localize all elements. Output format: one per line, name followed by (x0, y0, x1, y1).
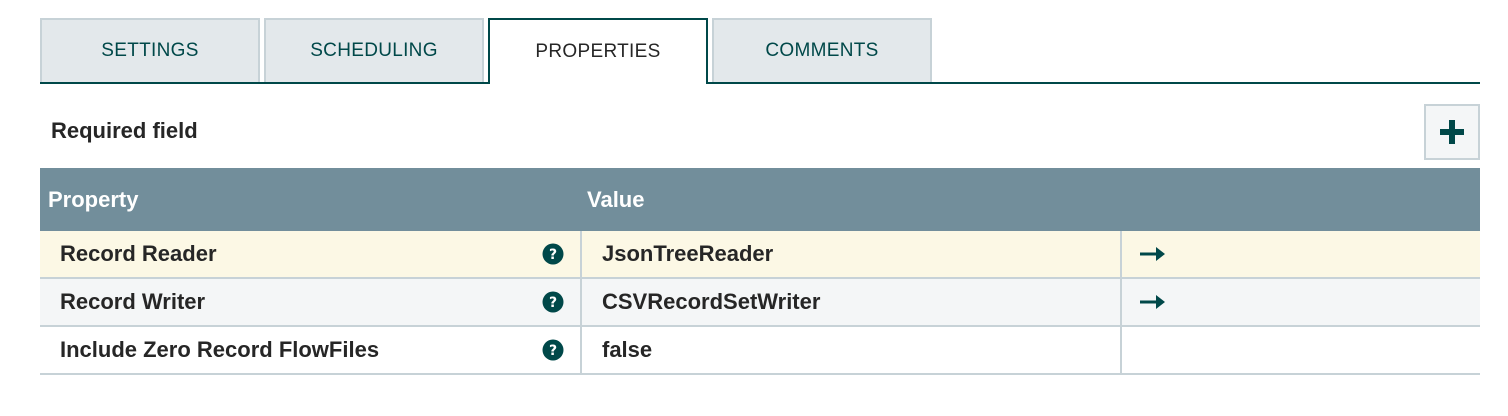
property-name: Include Zero Record FlowFiles (60, 337, 380, 362)
question-circle-icon[interactable]: ? (542, 243, 564, 265)
property-value[interactable]: CSVRecordSetWriter (602, 279, 820, 325)
tab-settings[interactable]: SETTINGS (40, 18, 260, 82)
tab-bar: SETTINGS SCHEDULING PROPERTIES COMMENTS (40, 18, 1480, 84)
required-field-label: Required field (51, 118, 198, 143)
column-divider (580, 327, 582, 373)
tab-properties[interactable]: PROPERTIES (488, 18, 708, 84)
property-name: Record Writer (60, 289, 206, 314)
property-value[interactable]: false (602, 327, 652, 373)
tab-scheduling[interactable]: SCHEDULING (264, 18, 484, 82)
table-row[interactable]: Record Reader ? JsonTreeReader (40, 231, 1480, 279)
question-circle-icon[interactable]: ? (542, 339, 564, 361)
table-row[interactable]: Include Zero Record FlowFiles ? false (40, 327, 1480, 375)
column-divider (580, 279, 582, 325)
tab-comments[interactable]: COMMENTS (712, 18, 932, 82)
svg-text:?: ? (549, 343, 557, 359)
properties-table: Property Value Record Reader ? JsonTreeR… (40, 168, 1480, 375)
arrow-right-icon[interactable] (1140, 245, 1166, 263)
column-divider (1120, 279, 1122, 325)
table-header: Property Value (40, 168, 1480, 231)
column-divider (1120, 327, 1122, 373)
add-property-button[interactable] (1424, 104, 1480, 160)
svg-text:?: ? (549, 295, 557, 311)
plus-icon (1440, 120, 1464, 144)
column-divider (1120, 231, 1122, 277)
column-header-property[interactable]: Property (48, 168, 138, 231)
column-header-value[interactable]: Value (587, 168, 644, 231)
property-value[interactable]: JsonTreeReader (602, 231, 773, 277)
arrow-right-icon[interactable] (1140, 293, 1166, 311)
question-circle-icon[interactable]: ? (542, 291, 564, 313)
property-name: Record Reader (60, 241, 217, 266)
column-divider (580, 231, 582, 277)
svg-text:?: ? (549, 247, 557, 263)
table-row[interactable]: Record Writer ? CSVRecordSetWriter (40, 279, 1480, 327)
properties-dialog: SETTINGS SCHEDULING PROPERTIES COMMENTS … (0, 0, 1508, 416)
